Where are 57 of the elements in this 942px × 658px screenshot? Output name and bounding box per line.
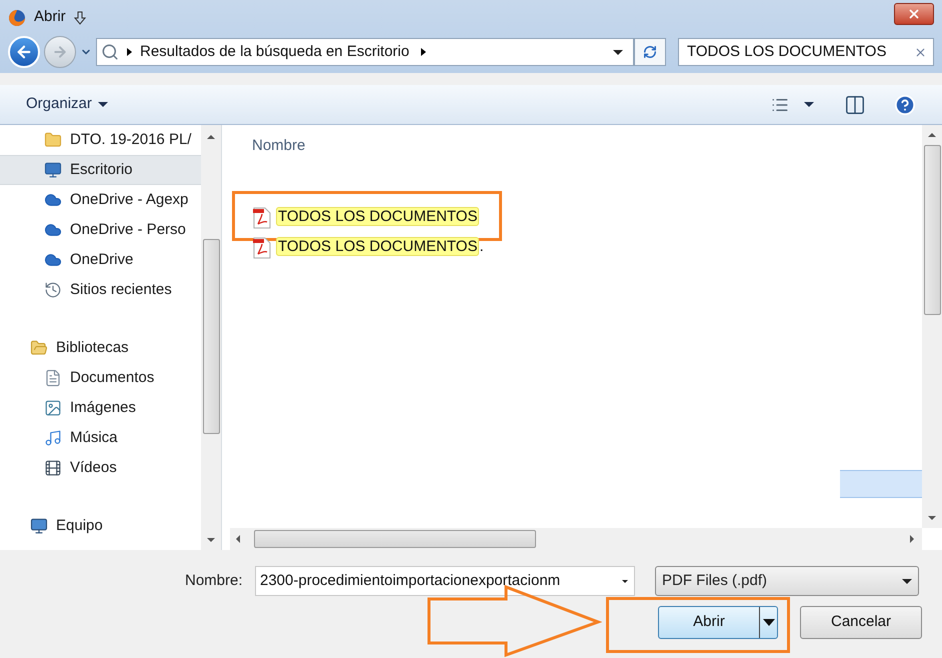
down-arrow-icon — [74, 10, 86, 24]
sidebar-item[interactable]: Documentos — [0, 363, 201, 393]
refresh-button[interactable] — [634, 38, 666, 66]
organize-menu-button[interactable]: Organizar — [26, 93, 108, 116]
help-icon[interactable] — [894, 94, 916, 116]
clock-icon — [44, 281, 62, 299]
column-header[interactable]: Nombre — [252, 135, 922, 158]
image-icon — [44, 399, 62, 417]
computer-icon — [30, 517, 48, 535]
dropdown-caret-icon[interactable] — [613, 50, 623, 54]
open-split-button[interactable]: Abrir — [658, 606, 778, 639]
dropdown-caret-icon[interactable] — [804, 102, 814, 107]
preview-pane-icon[interactable] — [844, 94, 866, 116]
cancel-button[interactable]: Cancelar — [800, 606, 922, 639]
close-icon — [907, 6, 921, 20]
breadcrumb-item[interactable]: Resultados de la búsqueda en Escritorio — [140, 40, 410, 64]
document-icon — [44, 369, 62, 387]
monitor-icon — [44, 161, 62, 179]
cloud-icon — [44, 191, 62, 209]
back-button[interactable] — [8, 36, 40, 68]
file-type-select[interactable]: PDF Files (.pdf) — [655, 566, 919, 596]
search-icon — [101, 43, 119, 61]
cloud-icon — [44, 251, 62, 269]
sidebar-item[interactable]: Equipo — [0, 511, 201, 541]
horizontal-scrollbar[interactable] — [230, 528, 922, 550]
refresh-icon — [643, 45, 657, 59]
forward-arrow-icon — [52, 44, 68, 60]
sidebar-item[interactable]: Sitios recientes — [0, 275, 201, 305]
breadcrumb-separator-icon — [127, 48, 132, 56]
folder-icon — [30, 339, 48, 357]
pdf-file-icon — [252, 236, 272, 258]
sidebar-item[interactable]: OneDrive — [0, 245, 201, 275]
search-field[interactable]: TODOS LOS DOCUMENTOS — [678, 38, 934, 66]
clear-search-icon[interactable] — [914, 46, 927, 58]
sidebar-item[interactable]: Imágenes — [0, 393, 201, 423]
close-button[interactable] — [894, 2, 934, 24]
address-field[interactable]: Resultados de la búsqueda en Escritorio — [96, 38, 634, 66]
sidebar-item[interactable]: Bibliotecas — [0, 333, 201, 363]
sidebar-item[interactable]: OneDrive - Perso — [0, 215, 201, 245]
window-title: Abrir — [34, 7, 66, 28]
cloud-icon — [44, 221, 62, 239]
sidebar-item[interactable]: OneDrive - Agexp — [0, 185, 201, 215]
pdf-file-icon — [252, 206, 272, 228]
folder-icon — [44, 131, 62, 149]
film-icon — [44, 459, 62, 477]
file-name-field[interactable]: 2300-procedimientoimportacionexportacionm — [255, 566, 635, 596]
sidebar-item[interactable]: Vídeos — [0, 453, 201, 483]
sidebar-item[interactable]: Música — [0, 423, 201, 453]
sidebar-scrollbar[interactable] — [201, 125, 221, 550]
file-name-label: Nombre: — [185, 570, 244, 591]
breadcrumb-separator-icon — [421, 48, 426, 56]
file-name[interactable]: TODOS LOS DOCUMENTOS — [276, 206, 480, 229]
file-list-scrollbar[interactable] — [922, 125, 942, 528]
music-note-icon — [44, 429, 62, 447]
sidebar-item[interactable]: DTO. 19-2016 PL/ — [0, 125, 201, 155]
sidebar-item[interactable]: Escritorio — [0, 155, 201, 185]
browser-logo-icon — [8, 8, 26, 26]
